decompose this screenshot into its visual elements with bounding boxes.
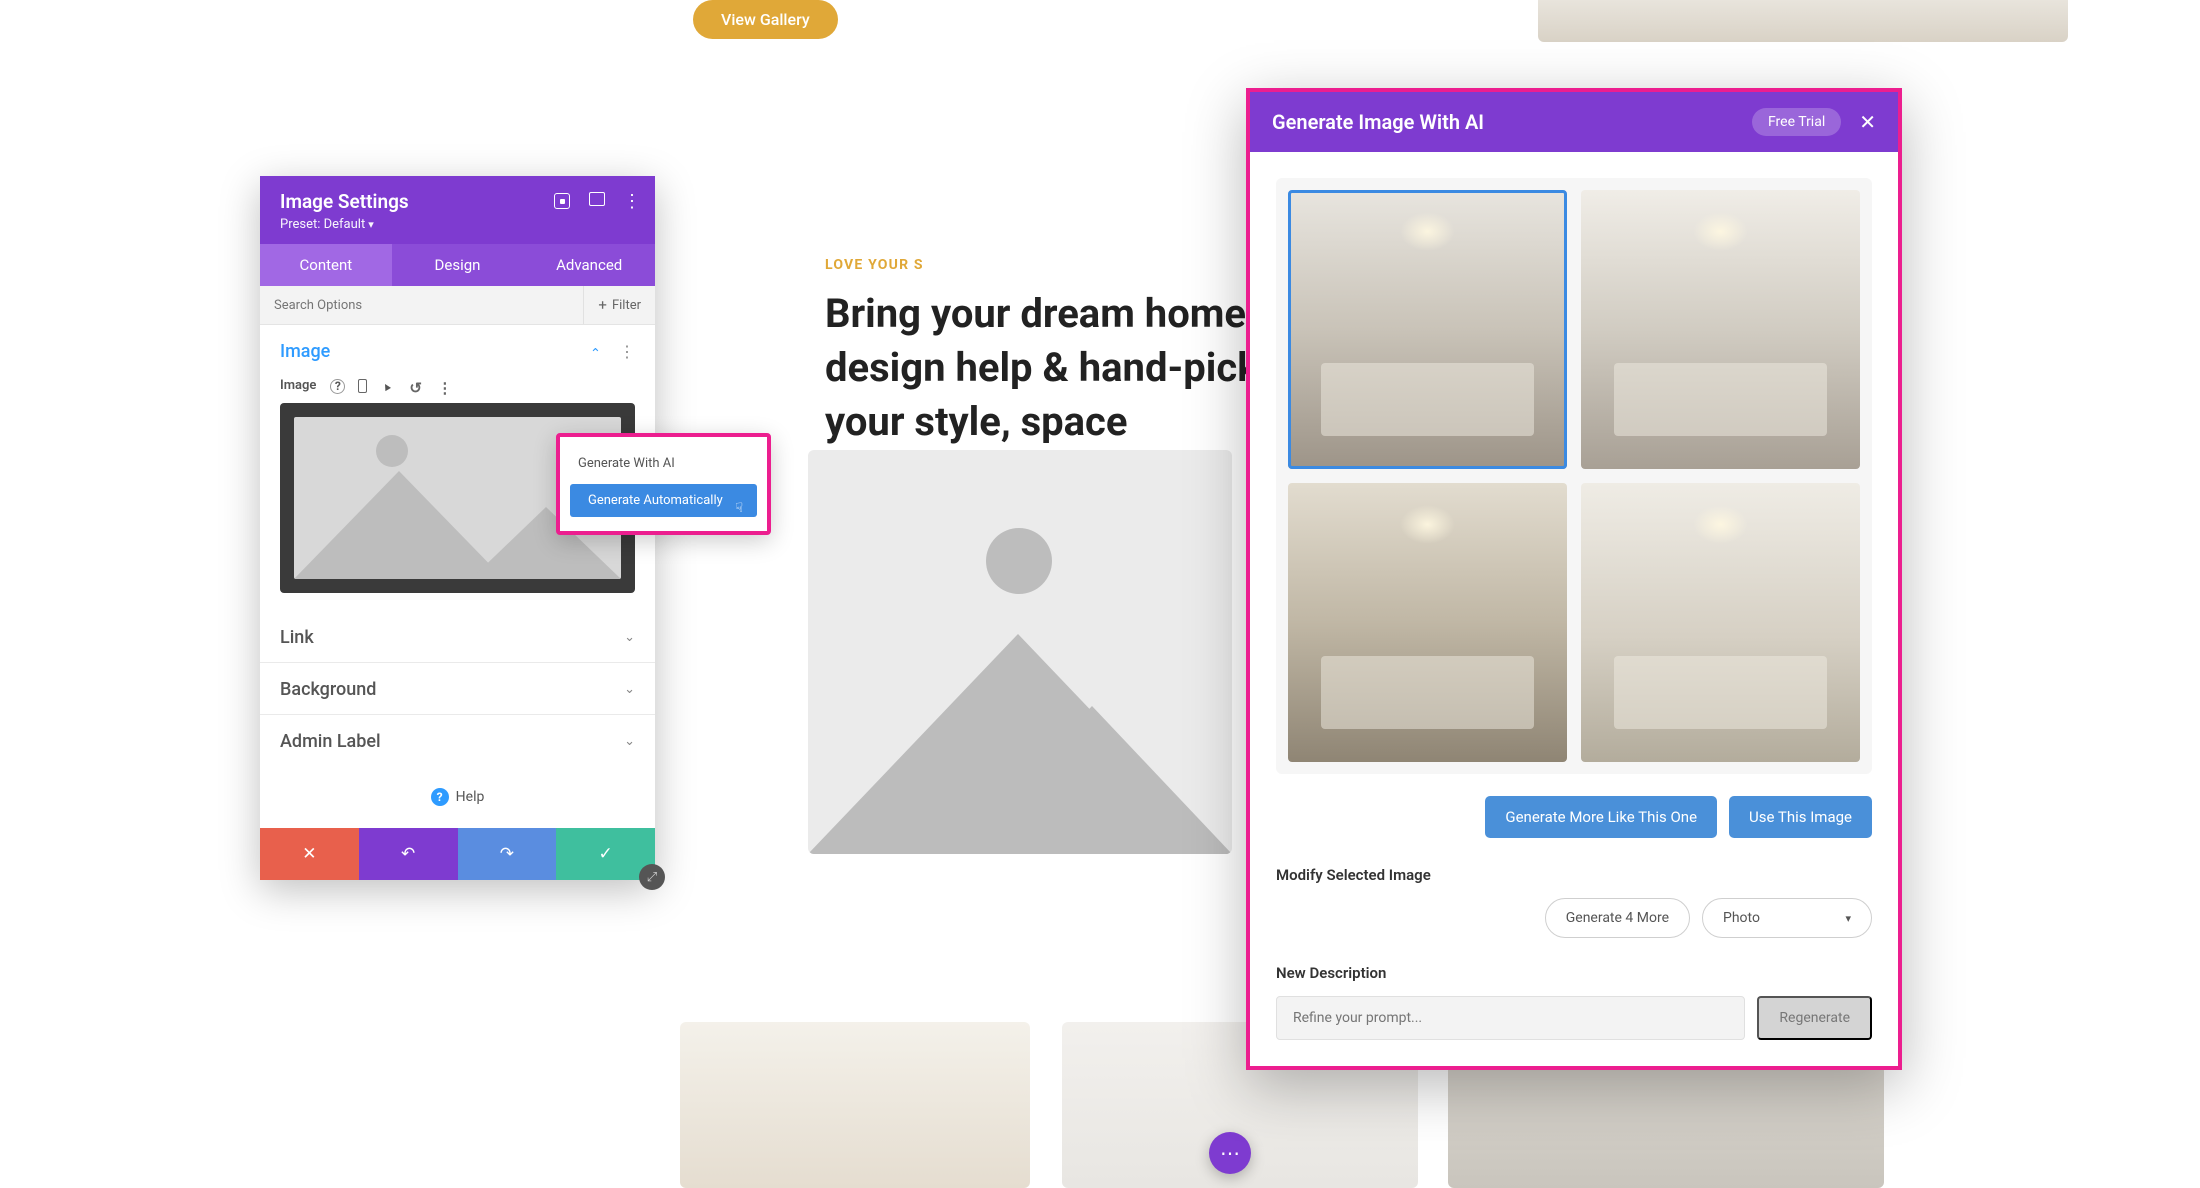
- settings-tabs: Content Design Advanced: [260, 244, 655, 286]
- filter-button[interactable]: Filter: [583, 286, 655, 324]
- tab-advanced[interactable]: Advanced: [523, 244, 655, 286]
- responsive-icon[interactable]: [589, 192, 605, 206]
- modal-header: Generate Image With AI Free Trial ✕: [1250, 92, 1898, 152]
- generate-4-more-button[interactable]: Generate 4 More: [1545, 898, 1690, 938]
- section-image-header[interactable]: Image ⌄ ⋮: [280, 341, 635, 362]
- generated-image-4[interactable]: [1581, 483, 1860, 762]
- help-icon[interactable]: [330, 379, 344, 393]
- headline-line-1: Bring your dream home to: [825, 290, 1292, 337]
- modify-section: Modify Selected Image Generate 4 More Ph…: [1276, 866, 1872, 938]
- generate-image-ai-modal: Generate Image With AI Free Trial ✕ Gene…: [1246, 88, 1902, 1070]
- view-gallery-button[interactable]: View Gallery: [693, 0, 838, 39]
- image-section-body: Image Generate With AI Generate Automati…: [260, 378, 655, 611]
- focus-icon[interactable]: [553, 192, 571, 210]
- placeholder-sun-icon: [376, 435, 408, 467]
- room-preview: [1581, 483, 1860, 762]
- gallery-thumb-1[interactable]: [680, 1022, 1030, 1188]
- chevron-up-icon: ⌄: [590, 344, 601, 359]
- headline-line-3: your style, space: [825, 398, 1128, 445]
- search-row: Filter: [260, 286, 655, 325]
- image-upload-placeholder[interactable]: Generate With AI Generate Automatically …: [280, 403, 635, 593]
- section-link-title: Link: [280, 627, 314, 648]
- hover-icon[interactable]: [381, 379, 395, 393]
- menu-generate-auto-label: Generate Automatically: [588, 493, 723, 508]
- section-background-title: Background: [280, 679, 376, 700]
- search-input[interactable]: [260, 287, 583, 324]
- modal-body: Generate More Like This One Use This Ima…: [1250, 152, 1898, 1066]
- section-menu-icon[interactable]: ⋮: [619, 342, 635, 361]
- room-preview: [1581, 190, 1860, 469]
- room-preview: [1288, 190, 1567, 469]
- generated-image-2[interactable]: [1581, 190, 1860, 469]
- image-settings-panel: Image Settings Preset: Default Content D…: [260, 176, 655, 880]
- tab-design[interactable]: Design: [392, 244, 524, 286]
- room-preview: [1288, 483, 1567, 762]
- image-field-label: Image: [280, 378, 316, 393]
- generate-more-button[interactable]: Generate More Like This One: [1485, 796, 1717, 838]
- generated-image-3[interactable]: [1288, 483, 1567, 762]
- generated-image-grid: [1276, 178, 1872, 774]
- reset-icon[interactable]: [409, 379, 423, 393]
- chevron-down-icon: ⌄: [624, 734, 635, 749]
- chevron-down-icon: ⌄: [624, 682, 635, 697]
- chevron-down-icon: ⌄: [624, 630, 635, 645]
- use-this-image-button[interactable]: Use This Image: [1729, 796, 1872, 838]
- modal-title: Generate Image With AI: [1272, 110, 1484, 134]
- regenerate-button[interactable]: Regenerate: [1757, 996, 1872, 1040]
- menu-generate-with-ai[interactable]: Generate With AI: [560, 447, 767, 480]
- mobile-preview-icon[interactable]: [358, 379, 367, 393]
- settings-header: Image Settings Preset: Default: [260, 176, 655, 244]
- page-image-placeholder[interactable]: [808, 450, 1232, 854]
- close-button[interactable]: ✕: [260, 828, 359, 880]
- section-image-title: Image: [280, 341, 330, 362]
- headline-line-2: design help & hand-picke: [825, 344, 1280, 391]
- section-admin-label-header[interactable]: Admin Label ⌄: [280, 731, 635, 752]
- help-link[interactable]: Help: [260, 766, 655, 828]
- section-link-header[interactable]: Link ⌄: [280, 627, 635, 648]
- menu-generate-automatically[interactable]: Generate Automatically ☟: [570, 484, 757, 517]
- generated-image-1[interactable]: [1288, 190, 1567, 469]
- modify-heading: Modify Selected Image: [1276, 866, 1872, 884]
- style-select-value: Photo: [1723, 910, 1760, 926]
- section-admin-label-title: Admin Label: [280, 731, 381, 752]
- field-menu-icon[interactable]: [437, 379, 451, 393]
- settings-footer: ✕ ↶ ↷ ✓: [260, 828, 655, 880]
- ai-generate-dropdown: Generate With AI Generate Automatically …: [556, 433, 771, 535]
- kebab-menu-icon[interactable]: [623, 192, 641, 210]
- cursor-pointer-icon: ☟: [735, 501, 743, 516]
- page-fab-button[interactable]: [1209, 1132, 1251, 1174]
- undo-button[interactable]: ↶: [359, 828, 458, 880]
- preset-dropdown[interactable]: Preset: Default: [280, 217, 635, 232]
- hero-image-fragment: [1538, 0, 2068, 42]
- free-trial-pill[interactable]: Free Trial: [1752, 108, 1841, 136]
- section-background-header[interactable]: Background ⌄: [280, 679, 635, 700]
- new-description-section: New Description Regenerate: [1276, 964, 1872, 1040]
- tab-content[interactable]: Content: [260, 244, 392, 286]
- close-icon[interactable]: ✕: [1859, 110, 1876, 134]
- placeholder-mountain-icon: [808, 571, 1232, 854]
- style-select[interactable]: Photo: [1702, 898, 1872, 938]
- redo-button[interactable]: ↷: [458, 828, 557, 880]
- new-description-heading: New Description: [1276, 964, 1872, 982]
- prompt-input[interactable]: [1276, 996, 1745, 1040]
- resize-handle[interactable]: [639, 864, 665, 890]
